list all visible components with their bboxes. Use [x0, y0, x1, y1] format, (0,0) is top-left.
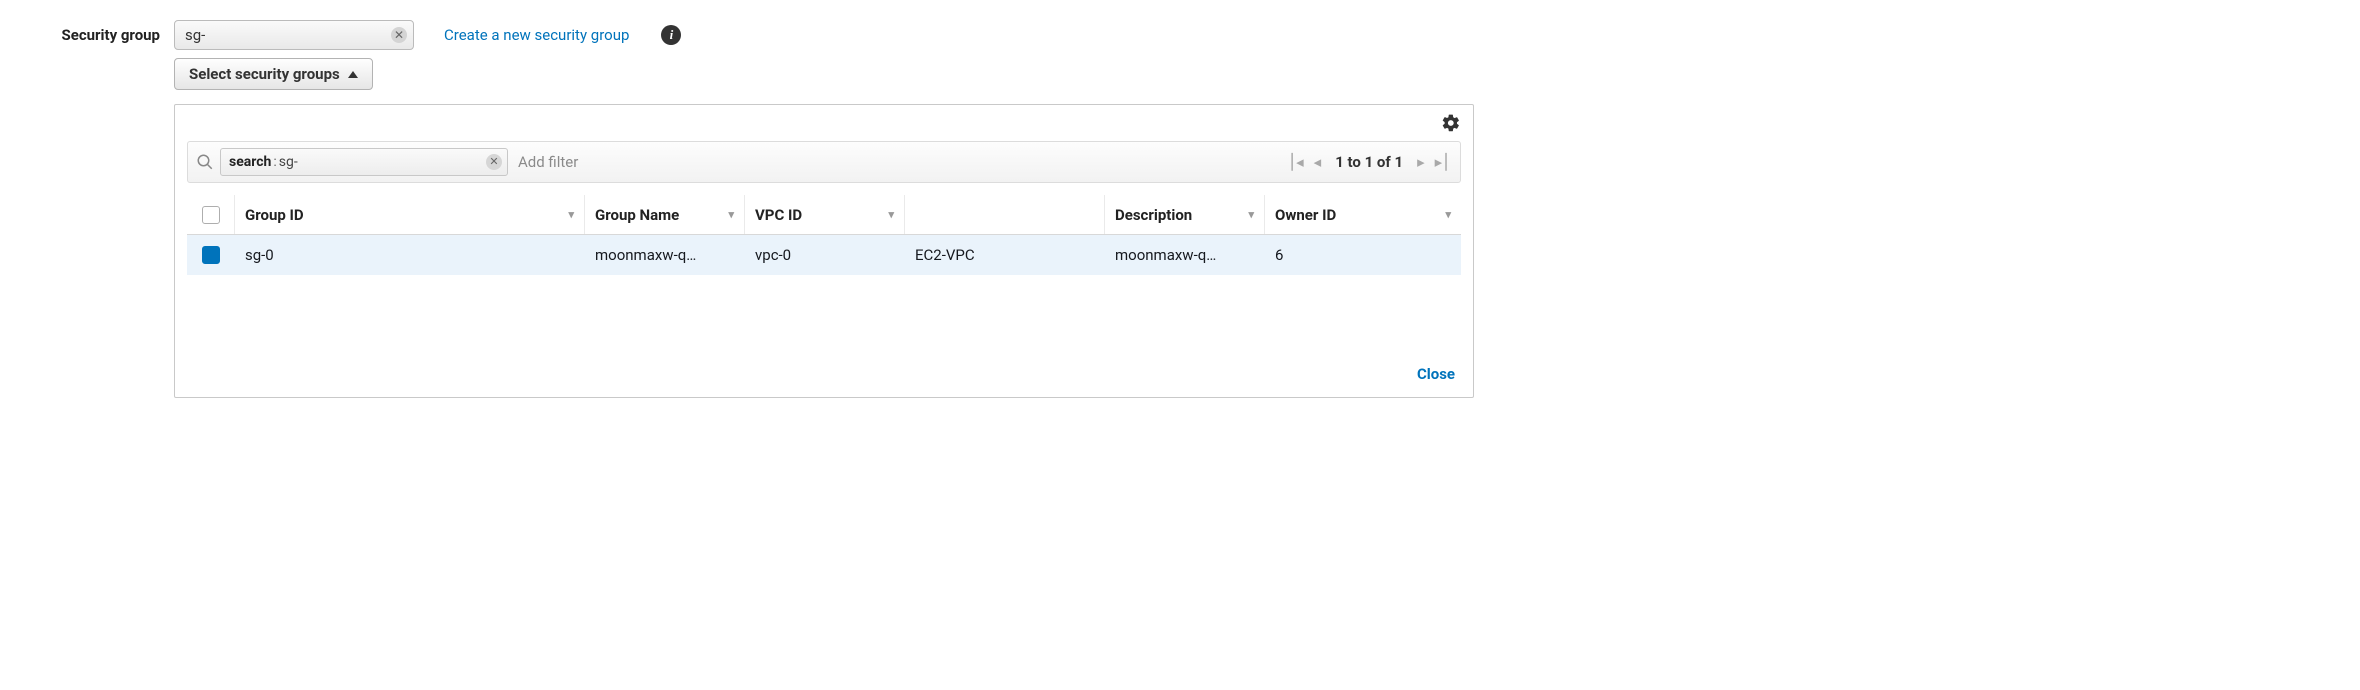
table-row[interactable]: sg-0 moonmaxw-q… vpc-0 EC2-VPC moonmaxw-…	[187, 235, 1461, 275]
cell-type: EC2-VPC	[905, 235, 1105, 275]
header-owner-id[interactable]: Owner ID ▾	[1265, 195, 1461, 234]
table-body-spacer	[175, 275, 1473, 355]
header-vpc-id[interactable]: VPC ID ▾	[745, 195, 905, 234]
cell-owner-id: 6	[1265, 235, 1461, 275]
security-group-label: Security group	[20, 26, 160, 44]
chip-separator: :	[273, 154, 276, 170]
search-icon	[196, 153, 214, 171]
row-checkbox-cell[interactable]	[187, 235, 235, 275]
security-groups-panel: search : sg- ✕ Add filter ⎮◂ ◂ 1 to 1 of…	[174, 104, 1474, 398]
chip-key: search	[229, 154, 271, 170]
select-security-groups-label: Select security groups	[189, 65, 340, 83]
info-icon[interactable]: i	[661, 25, 681, 45]
add-filter-input[interactable]: Add filter	[518, 153, 1286, 171]
chip-value: sg-	[279, 154, 298, 170]
cell-group-name: moonmaxw-q…	[585, 235, 745, 275]
sort-indicator-icon: ▾	[1248, 208, 1254, 221]
selected-sg-text: sg-	[185, 26, 205, 44]
sort-indicator-icon: ▾	[1445, 208, 1451, 221]
header-description[interactable]: Description ▾	[1105, 195, 1265, 234]
sort-indicator-icon: ▾	[568, 208, 574, 221]
row-checkbox[interactable]	[202, 246, 220, 264]
cell-vpc-id: vpc-0	[745, 235, 905, 275]
search-filter-chip[interactable]: search : sg- ✕	[220, 148, 508, 176]
page-prev-icon[interactable]: ◂	[1312, 153, 1324, 171]
header-group-name[interactable]: Group Name ▾	[585, 195, 745, 234]
page-last-icon[interactable]: ▸⎮	[1433, 153, 1452, 171]
create-security-group-link[interactable]: Create a new security group	[444, 26, 629, 44]
header-checkbox-cell[interactable]	[187, 195, 235, 234]
selected-sg-tag[interactable]: sg- ✕	[174, 20, 414, 50]
close-button[interactable]: Close	[1417, 365, 1455, 383]
select-security-groups-button[interactable]: Select security groups	[174, 58, 373, 90]
header-type[interactable]	[905, 195, 1105, 234]
gear-icon[interactable]	[1441, 113, 1461, 133]
chip-clear-icon[interactable]: ✕	[486, 154, 502, 170]
filter-toolbar: search : sg- ✕ Add filter ⎮◂ ◂ 1 to 1 of…	[187, 141, 1461, 183]
sort-indicator-icon: ▾	[888, 208, 894, 221]
header-group-id[interactable]: Group ID ▾	[235, 195, 585, 234]
page-next-icon[interactable]: ▸	[1415, 153, 1427, 171]
clear-selected-sg-icon[interactable]: ✕	[391, 27, 407, 43]
page-first-icon[interactable]: ⎮◂	[1286, 153, 1305, 171]
page-range: 1 to 1 of 1	[1335, 153, 1403, 171]
paginator: ⎮◂ ◂ 1 to 1 of 1 ▸ ▸⎮	[1286, 153, 1452, 171]
table-header: Group ID ▾ Group Name ▾ VPC ID ▾ Descrip…	[187, 195, 1461, 235]
caret-up-icon	[348, 71, 358, 78]
cell-description: moonmaxw-q…	[1105, 235, 1265, 275]
select-all-checkbox[interactable]	[202, 206, 220, 224]
sort-indicator-icon: ▾	[728, 208, 734, 221]
cell-group-id: sg-0	[235, 235, 585, 275]
